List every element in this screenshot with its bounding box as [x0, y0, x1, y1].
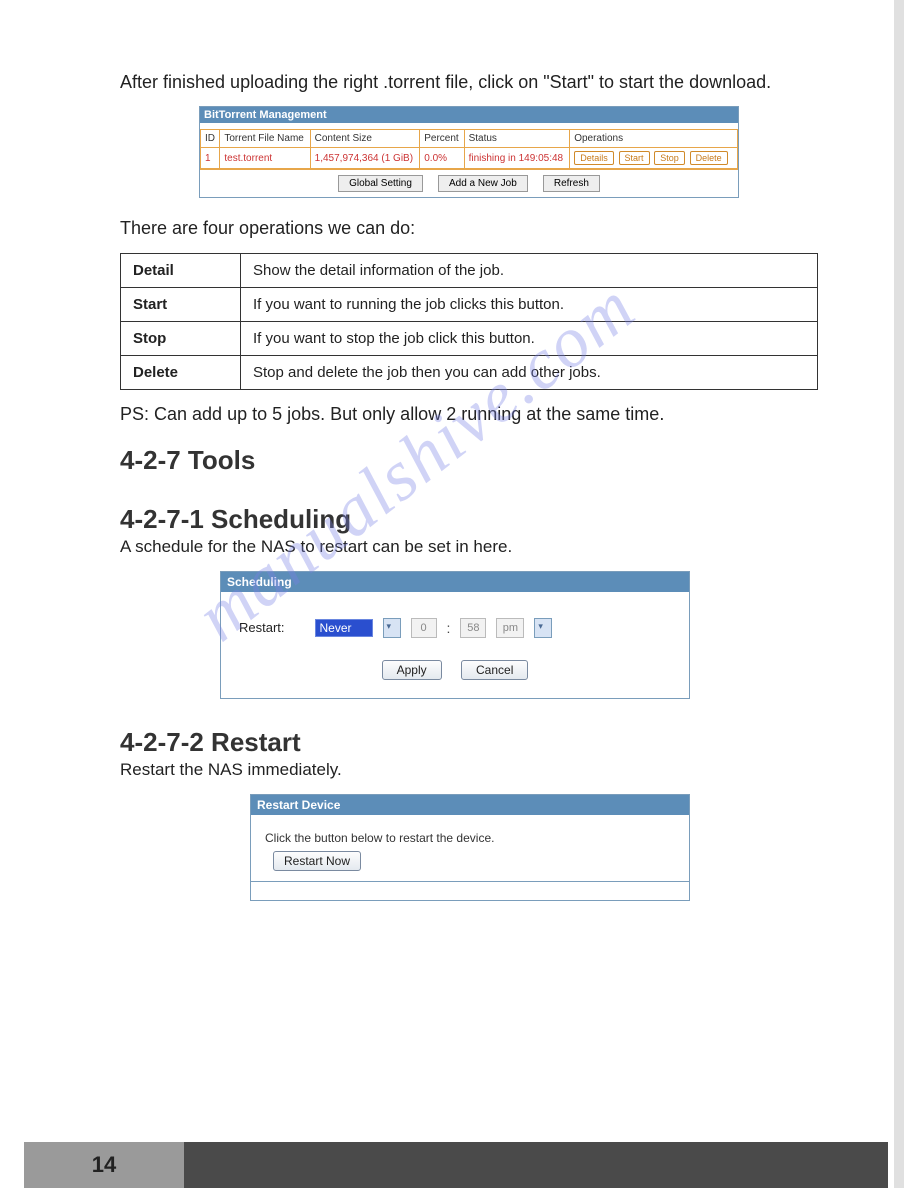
op-desc: If you want to running the job clicks th…	[241, 287, 818, 321]
page-number: 14	[92, 1152, 116, 1178]
global-setting-button[interactable]: Global Setting	[338, 175, 423, 192]
cell-percent: 0.0%	[420, 148, 464, 169]
cell-operations: Details Start Stop Delete	[570, 148, 738, 169]
apply-button[interactable]: Apply	[382, 660, 442, 680]
col-percent: Percent	[420, 130, 464, 148]
cell-status: finishing in 149:05:48	[464, 148, 570, 169]
section-heading-restart: 4-2-7-2 Restart	[120, 727, 818, 758]
op-desc: If you want to stop the job click this b…	[241, 321, 818, 355]
ampm-select[interactable]: pm	[496, 618, 524, 638]
cancel-button[interactable]: Cancel	[461, 660, 528, 680]
scheduling-panel: Scheduling Restart: Never 0 : 58 pm Appl…	[220, 571, 690, 699]
op-key: Stop	[121, 321, 241, 355]
chevron-down-icon[interactable]	[383, 618, 401, 638]
cell-filename: test.torrent	[220, 148, 310, 169]
bittorrent-jobs-table: ID Torrent File Name Content Size Percen…	[200, 129, 738, 169]
table-header-row: ID Torrent File Name Content Size Percen…	[201, 130, 738, 148]
page-number-box: 14	[24, 1142, 184, 1188]
op-key: Detail	[121, 253, 241, 287]
operations-definition-table: Detail Show the detail information of th…	[120, 253, 818, 390]
col-operations: Operations	[570, 130, 738, 148]
add-new-job-button[interactable]: Add a New Job	[438, 175, 528, 192]
table-row: Detail Show the detail information of th…	[121, 253, 818, 287]
refresh-button[interactable]: Refresh	[543, 175, 600, 192]
restart-now-button[interactable]: Restart Now	[273, 851, 361, 871]
time-colon: :	[447, 620, 451, 636]
scheduling-description: A schedule for the NAS to restart can be…	[120, 537, 818, 557]
col-filename: Torrent File Name	[220, 130, 310, 148]
restart-panel-title: Restart Device	[251, 795, 689, 815]
intro-paragraph: After finished uploading the right .torr…	[120, 70, 818, 94]
operations-intro: There are four operations we can do:	[120, 216, 818, 240]
restart-minute-input[interactable]: 58	[460, 618, 486, 638]
stop-button[interactable]: Stop	[654, 151, 685, 165]
bittorrent-panel-title: BitTorrent Management	[200, 107, 738, 123]
cell-id: 1	[201, 148, 220, 169]
restart-instruction-text: Click the button below to restart the de…	[265, 831, 675, 845]
restart-description: Restart the NAS immediately.	[120, 760, 818, 780]
op-key: Delete	[121, 355, 241, 389]
table-row: 1 test.torrent 1,457,974,364 (1 GiB) 0.0…	[201, 148, 738, 169]
op-desc: Show the detail information of the job.	[241, 253, 818, 287]
col-size: Content Size	[310, 130, 420, 148]
chevron-down-icon[interactable]	[534, 618, 552, 638]
cell-size: 1,457,974,364 (1 GiB)	[310, 148, 420, 169]
scheduling-panel-title: Scheduling	[221, 572, 689, 592]
table-row: Stop If you want to stop the job click t…	[121, 321, 818, 355]
restart-schedule-row: Restart: Never 0 : 58 pm	[239, 618, 671, 638]
bittorrent-panel: BitTorrent Management ID Torrent File Na…	[199, 106, 739, 198]
table-row: Start If you want to running the job cli…	[121, 287, 818, 321]
footer-bar	[184, 1142, 888, 1188]
op-desc: Stop and delete the job then you can add…	[241, 355, 818, 389]
start-button[interactable]: Start	[619, 151, 650, 165]
details-button[interactable]: Details	[574, 151, 614, 165]
section-heading-scheduling: 4-2-7-1 Scheduling	[120, 504, 818, 535]
restart-panel: Restart Device Click the button below to…	[250, 794, 690, 901]
delete-button[interactable]: Delete	[690, 151, 728, 165]
restart-frequency-select[interactable]: Never	[315, 619, 373, 637]
table-row: Delete Stop and delete the job then you …	[121, 355, 818, 389]
page-footer: 14	[24, 1142, 888, 1188]
ps-note: PS: Can add up to 5 jobs. But only allow…	[120, 404, 818, 425]
restart-hour-input[interactable]: 0	[411, 618, 437, 638]
bittorrent-footer: Global Setting Add a New Job Refresh	[200, 169, 738, 197]
col-status: Status	[464, 130, 570, 148]
col-id: ID	[201, 130, 220, 148]
restart-panel-footer	[251, 882, 689, 900]
section-heading-tools: 4-2-7 Tools	[120, 445, 818, 476]
restart-label: Restart:	[239, 620, 285, 635]
op-key: Start	[121, 287, 241, 321]
